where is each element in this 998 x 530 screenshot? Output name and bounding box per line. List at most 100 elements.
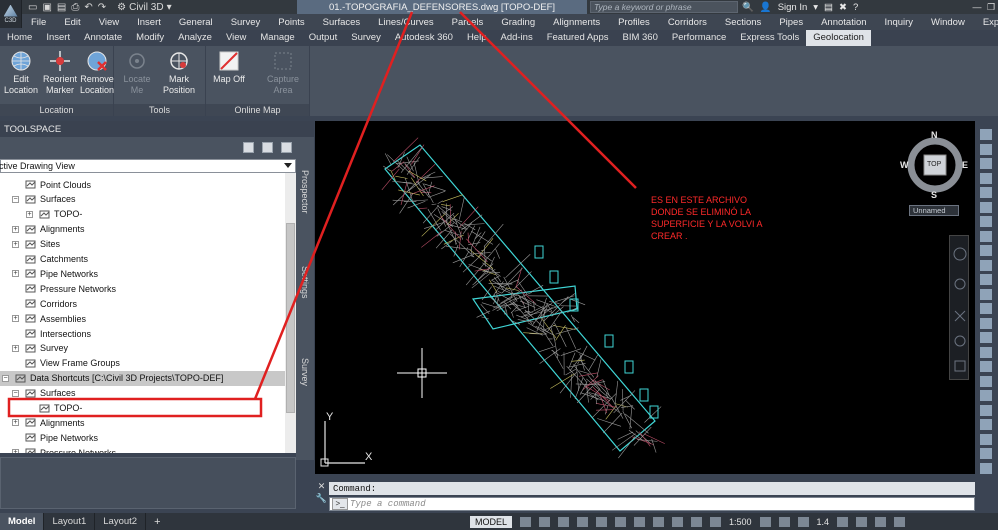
ortho-icon[interactable] xyxy=(558,516,570,527)
tab-home[interactable]: Home xyxy=(0,30,39,46)
tree-scrollbar[interactable] xyxy=(285,173,296,453)
tab-modify[interactable]: Modify xyxy=(129,30,171,46)
tab-survey[interactable]: Survey xyxy=(344,30,388,46)
tree-item[interactable]: Point Clouds xyxy=(12,177,91,192)
tree-item[interactable]: + Pipe Networks xyxy=(12,266,98,281)
tab-manage[interactable]: Manage xyxy=(253,30,301,46)
expander-icon[interactable]: + xyxy=(26,210,33,218)
snap-icon[interactable] xyxy=(539,516,551,527)
tree-item[interactable]: + Survey xyxy=(12,341,68,356)
tab-performance[interactable]: Performance xyxy=(665,30,733,46)
menu-inquiry[interactable]: Inquiry xyxy=(876,17,923,28)
lineweight-value[interactable]: 1.4 xyxy=(817,517,830,527)
expander-icon[interactable]: − xyxy=(2,374,9,382)
help-icon[interactable]: ? xyxy=(853,2,858,13)
menu-window[interactable]: Window xyxy=(922,17,974,28)
sign-in-link[interactable]: Sign In xyxy=(778,2,808,13)
tab-add-ins[interactable]: Add-ins xyxy=(493,30,539,46)
workspace-icon[interactable] xyxy=(797,516,809,527)
plus-icon[interactable] xyxy=(778,516,790,527)
tree-item[interactable]: + Alignments xyxy=(12,415,85,430)
right-tool-icon[interactable] xyxy=(980,390,992,401)
polar-icon[interactable] xyxy=(577,516,589,527)
right-tool-icon[interactable] xyxy=(980,216,992,227)
tab-survey[interactable]: Survey xyxy=(297,337,313,407)
menu-express[interactable]: Express xyxy=(974,17,998,28)
drawing-view-select[interactable]: Active Drawing View xyxy=(0,159,296,173)
menu-surfaces[interactable]: Surfaces xyxy=(314,17,370,28)
viewcube-top-face[interactable]: TOP xyxy=(927,161,941,168)
right-tool-icon[interactable] xyxy=(980,288,992,300)
wrench-icon[interactable]: 🔧 xyxy=(316,494,327,503)
minimize-icon[interactable]: — xyxy=(970,0,984,14)
menu-survey[interactable]: Survey xyxy=(222,17,270,28)
command-line[interactable]: >_ xyxy=(329,497,975,511)
print-icon[interactable]: ⎙ xyxy=(71,2,79,13)
tab-help[interactable]: Help xyxy=(460,30,494,46)
search-input[interactable] xyxy=(594,2,724,12)
navigation-bar[interactable] xyxy=(949,235,969,380)
tab-model[interactable]: Model xyxy=(0,513,45,530)
exchange-icon[interactable]: ✖ xyxy=(839,2,847,13)
map-off-button[interactable]: Map Off xyxy=(208,50,250,85)
menu-parcels[interactable]: Parcels xyxy=(443,17,493,28)
restore-icon[interactable]: ❐ xyxy=(984,0,998,14)
right-tool-icon[interactable] xyxy=(980,245,992,256)
expander-icon[interactable]: − xyxy=(12,195,19,203)
isolate-icon[interactable] xyxy=(837,516,849,527)
right-tool-icon[interactable] xyxy=(980,361,992,372)
capture-area-button[interactable]: Capture Area xyxy=(262,50,304,96)
right-tool-icon[interactable] xyxy=(980,433,992,445)
tree-item[interactable]: − Data Shortcuts [C:\Civil 3D Projects\TO… xyxy=(0,370,285,386)
right-tool-icon[interactable] xyxy=(980,375,992,387)
right-tool-icon[interactable] xyxy=(980,143,992,155)
tab-prospector[interactable]: Prospector xyxy=(297,157,313,227)
tab-autodesk-360[interactable]: Autodesk 360 xyxy=(388,30,460,46)
user-icon[interactable]: 👤 xyxy=(760,2,772,13)
customization-icon[interactable] xyxy=(894,516,906,527)
grid-icon[interactable] xyxy=(520,516,532,527)
right-tool-icon[interactable] xyxy=(980,303,992,314)
tab-view[interactable]: View xyxy=(219,30,253,46)
menu-pipes[interactable]: Pipes xyxy=(770,17,812,28)
selection-cycling-icon[interactable] xyxy=(672,516,684,527)
expander-icon[interactable]: + xyxy=(12,270,19,278)
viewcube[interactable]: TOP N S E W xyxy=(900,129,970,200)
right-tool-icon[interactable] xyxy=(980,158,992,169)
compass-west[interactable]: W xyxy=(900,160,909,170)
tree-item[interactable]: Intersections xyxy=(12,326,91,341)
redo-icon[interactable]: ↷ xyxy=(98,2,106,13)
expander-icon[interactable]: + xyxy=(12,315,19,323)
command-prompt-icon[interactable]: >_ xyxy=(332,498,348,510)
toolspace-help-icon[interactable] xyxy=(281,142,292,153)
tree-item[interactable]: View Frame Groups xyxy=(12,356,120,371)
menu-annotation[interactable]: Annotation xyxy=(812,17,875,28)
menu-sections[interactable]: Sections xyxy=(716,17,770,28)
gear-icon[interactable] xyxy=(759,516,771,527)
close-icon[interactable]: ✕ xyxy=(318,482,326,491)
cart-icon[interactable]: ▤ xyxy=(824,2,833,13)
right-tool-icon[interactable] xyxy=(980,172,992,184)
toolspace-tool1-icon[interactable] xyxy=(243,142,254,153)
app-menu-button[interactable]: C3D xyxy=(0,0,22,28)
scrollbar-thumb[interactable] xyxy=(286,223,295,413)
tree-item[interactable]: Pipe Networks xyxy=(12,430,98,445)
menu-edit[interactable]: Edit xyxy=(55,17,89,28)
annotation-visibility-icon[interactable] xyxy=(691,516,703,527)
tree-item[interactable]: − Surfaces xyxy=(12,192,76,207)
menu-view[interactable]: View xyxy=(90,17,128,28)
right-tool-icon[interactable] xyxy=(980,317,992,329)
tab-express-tools[interactable]: Express Tools xyxy=(733,30,806,46)
right-tool-icon[interactable] xyxy=(980,404,992,416)
tree-item[interactable]: + Assemblies xyxy=(12,311,86,326)
compass-south[interactable]: S xyxy=(931,190,937,200)
tree-item[interactable]: + TOPO- xyxy=(26,207,82,222)
ucs-menu[interactable]: Unnamed xyxy=(909,205,959,216)
tab-bim-360[interactable]: BIM 360 xyxy=(616,30,665,46)
tab-featured-apps[interactable]: Featured Apps xyxy=(540,30,616,46)
tree-item[interactable]: Corridors xyxy=(12,296,77,311)
compass-north[interactable]: N xyxy=(931,130,938,140)
tab-geolocation[interactable]: Geolocation xyxy=(806,30,871,46)
menu-insert[interactable]: Insert xyxy=(128,17,170,28)
right-tool-icon[interactable] xyxy=(980,187,992,198)
